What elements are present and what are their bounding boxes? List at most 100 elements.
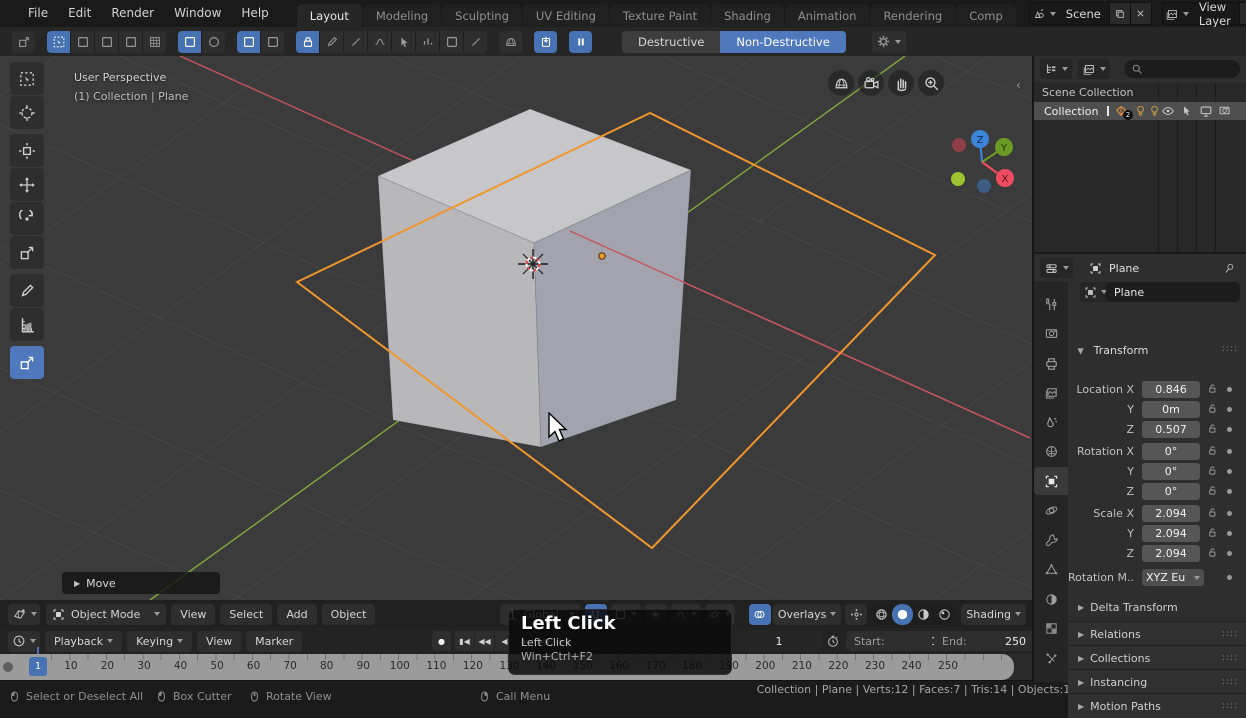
lock-icon[interactable] bbox=[1206, 505, 1218, 518]
properties-tab-tool[interactable] bbox=[1034, 290, 1068, 318]
animate-dot[interactable] bbox=[1227, 469, 1232, 474]
toggle-orthographic-button[interactable] bbox=[828, 70, 854, 96]
timeline-menu-keying[interactable]: Keying bbox=[127, 631, 192, 652]
animate-dot[interactable] bbox=[1227, 511, 1232, 516]
animate-dot[interactable] bbox=[1227, 575, 1232, 580]
outliner-display-mode-dropdown[interactable] bbox=[1078, 59, 1110, 79]
panel-drag-dots-icon[interactable]: :::: bbox=[1222, 653, 1238, 663]
tool-transform[interactable] bbox=[10, 134, 44, 167]
timeline-menu-marker[interactable]: Marker bbox=[246, 631, 302, 652]
panel-drag-dots-icon[interactable]: :::: bbox=[1222, 629, 1238, 639]
tool-rotate[interactable] bbox=[10, 202, 44, 235]
curve-cut-button[interactable] bbox=[368, 31, 391, 53]
selectable-pointer-icon[interactable] bbox=[1180, 104, 1193, 117]
disable-render-camera-icon[interactable] bbox=[1218, 104, 1231, 117]
box-corner-button[interactable] bbox=[71, 31, 94, 53]
animate-dot[interactable] bbox=[1227, 407, 1232, 412]
panel-relations[interactable]: ▶Relations:::: bbox=[1068, 621, 1246, 646]
slant-button[interactable] bbox=[464, 31, 487, 53]
shading-solid-button[interactable] bbox=[892, 604, 913, 625]
properties-tab-output[interactable] bbox=[1034, 349, 1068, 377]
shading-wireframe-button[interactable] bbox=[871, 604, 892, 625]
lock-button[interactable] bbox=[296, 31, 319, 53]
scene-name[interactable]: Scene bbox=[1058, 7, 1109, 21]
tool-select-box[interactable] bbox=[10, 62, 44, 95]
outliner-search-input[interactable] bbox=[1124, 60, 1240, 78]
animate-dot[interactable] bbox=[1227, 427, 1232, 432]
timeline-editor-dropdown[interactable] bbox=[8, 631, 40, 652]
animate-dot[interactable] bbox=[1227, 551, 1232, 556]
array-button[interactable] bbox=[416, 31, 439, 53]
tab-animation[interactable]: Animation bbox=[785, 4, 870, 27]
viewport-menu-select[interactable]: Select bbox=[220, 604, 272, 625]
menu-window[interactable]: Window bbox=[164, 0, 231, 27]
viewport-scene[interactable] bbox=[0, 56, 1032, 600]
timeline-menu-playback[interactable]: Playback bbox=[45, 631, 122, 652]
tab-texture-paint[interactable]: Texture Paint bbox=[610, 4, 710, 27]
scene-unlink-button[interactable] bbox=[1130, 3, 1151, 24]
tab-modeling[interactable]: Modeling bbox=[363, 4, 441, 27]
overlays-dropdown[interactable]: Overlays bbox=[773, 604, 842, 625]
viewport-menu-object[interactable]: Object bbox=[322, 604, 376, 625]
gizmo-negative-x-ball[interactable] bbox=[952, 138, 966, 152]
destructive-button[interactable]: Destructive bbox=[622, 31, 720, 53]
scene-icon[interactable] bbox=[1030, 3, 1058, 24]
animate-dot[interactable] bbox=[1227, 387, 1232, 392]
scene-collection-row[interactable]: Scene Collection bbox=[1034, 85, 1246, 101]
menu-help[interactable]: Help bbox=[231, 0, 278, 27]
properties-tab-object[interactable] bbox=[1034, 467, 1068, 495]
gizmo-negative-y-ball[interactable] bbox=[951, 172, 965, 186]
jump-to-start-button[interactable]: ▮◀ bbox=[455, 631, 474, 651]
gizmo-y-ball[interactable]: Y bbox=[995, 138, 1013, 156]
3d-viewport[interactable]: User Perspective (1) Collection | Plane … bbox=[0, 56, 1032, 600]
tab-shading[interactable]: Shading bbox=[711, 4, 784, 27]
gizmos-toggle-button[interactable] bbox=[845, 604, 867, 625]
tab-uv-editing[interactable]: UV Editing bbox=[523, 4, 609, 27]
delta-transform-row[interactable]: ▶ Delta Transform bbox=[1068, 597, 1246, 617]
transform-panel-header[interactable]: ▶ Transform :::: bbox=[1068, 344, 1246, 366]
value-field[interactable]: 0m bbox=[1142, 401, 1200, 418]
tool-measure[interactable] bbox=[10, 308, 44, 341]
lock-icon[interactable] bbox=[1206, 401, 1218, 414]
hook-button[interactable] bbox=[534, 31, 557, 53]
pause-button[interactable] bbox=[569, 31, 592, 53]
disable-viewport-monitor-icon[interactable] bbox=[1199, 104, 1213, 118]
tool-scale[interactable] bbox=[10, 236, 44, 269]
shape-circle-button[interactable] bbox=[202, 31, 225, 53]
box-select-button[interactable] bbox=[47, 31, 70, 53]
pencil-button[interactable] bbox=[320, 31, 343, 53]
pan-view-button[interactable] bbox=[888, 70, 914, 96]
current-frame-field[interactable]: 1 bbox=[737, 631, 821, 651]
properties-tab-particles[interactable] bbox=[1034, 644, 1068, 672]
panel-drag-dots-icon[interactable]: :::: bbox=[1222, 344, 1238, 354]
properties-tab-material[interactable] bbox=[1034, 585, 1068, 613]
gizmo-negative-z-ball[interactable] bbox=[977, 179, 991, 193]
scene-selector[interactable]: Scene bbox=[1029, 2, 1152, 25]
hide-in-viewport-eye-icon[interactable] bbox=[1161, 104, 1175, 118]
tool-cursor[interactable] bbox=[10, 96, 44, 129]
panel-instancing[interactable]: ▶Instancing:::: bbox=[1068, 669, 1246, 694]
shape-box-button[interactable] bbox=[178, 31, 201, 53]
tool-annotate[interactable] bbox=[10, 274, 44, 307]
frame-start-field[interactable]: Start: 1 bbox=[846, 631, 946, 651]
frame-end-field[interactable]: End: 250 bbox=[934, 631, 1034, 651]
shading-rendered-button[interactable] bbox=[934, 604, 955, 625]
lock-icon[interactable] bbox=[1206, 381, 1218, 394]
tool-move[interactable] bbox=[10, 168, 44, 201]
tab-sculpting[interactable]: Sculpting bbox=[442, 4, 522, 27]
properties-tab-texture[interactable] bbox=[1034, 615, 1068, 643]
camera-view-button[interactable] bbox=[858, 70, 884, 96]
value-field[interactable]: 0° bbox=[1142, 443, 1200, 460]
view-layer-name[interactable]: View Layer bbox=[1191, 0, 1239, 28]
panel-drag-dots-icon[interactable]: :::: bbox=[1222, 677, 1238, 687]
shading-dropdown[interactable]: Shading bbox=[961, 604, 1026, 625]
value-field[interactable]: 2.094 bbox=[1142, 545, 1200, 562]
outliner-editor-dropdown[interactable] bbox=[1040, 59, 1072, 79]
mirror-button[interactable] bbox=[344, 31, 367, 53]
panel-expand-arrow-icon[interactable]: ▶ bbox=[74, 579, 80, 588]
lock-icon[interactable] bbox=[1206, 443, 1218, 456]
settings-dropdown[interactable] bbox=[872, 31, 906, 53]
timeline-menu-view[interactable]: View bbox=[197, 631, 241, 652]
box-3d-button[interactable] bbox=[440, 31, 463, 53]
lock-icon[interactable] bbox=[1206, 545, 1218, 558]
